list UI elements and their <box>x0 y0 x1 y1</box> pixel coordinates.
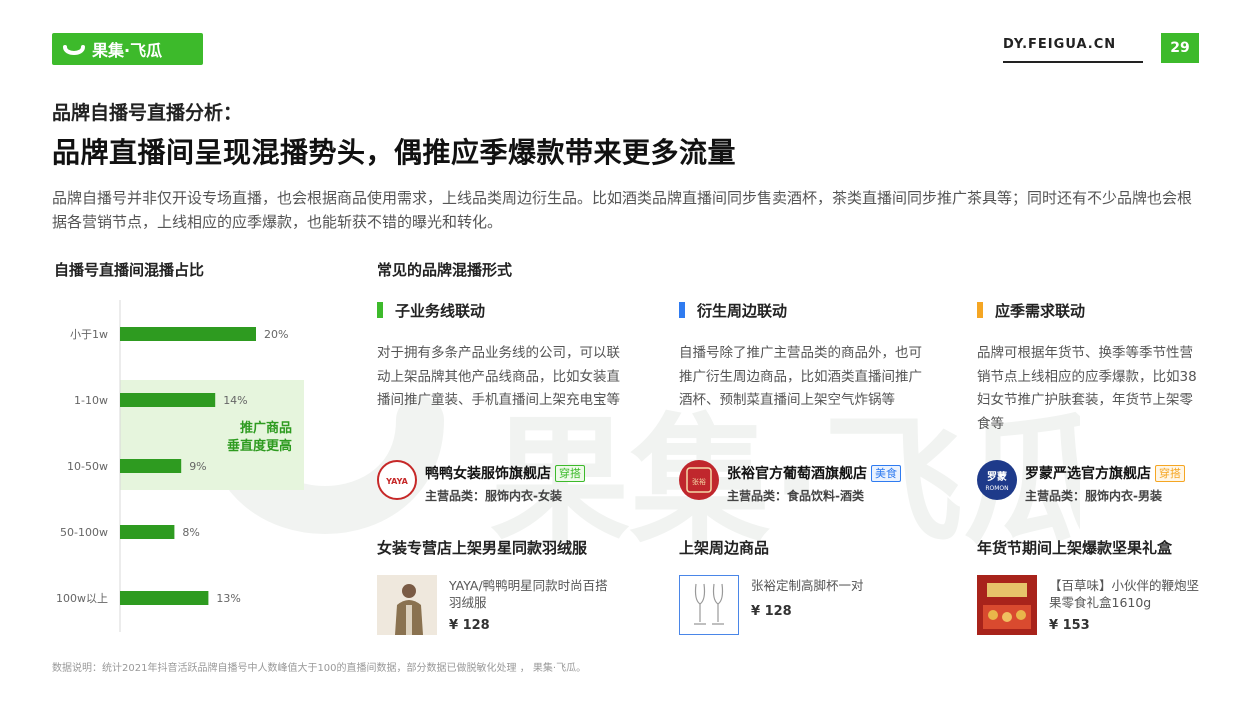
bar <box>120 525 175 539</box>
logo-text: 果集·飞瓜 <box>92 41 163 60</box>
store-name: 张裕官方葡萄酒旗舰店 <box>727 466 867 482</box>
category-label: 1-10w <box>74 394 108 407</box>
product-name: 【百草味】小伙伴的鞭炮坚果零食礼盒1610g <box>1049 578 1200 610</box>
store-tag: 穿搭 <box>1155 465 1185 482</box>
bar-value-label: 14% <box>223 394 247 407</box>
column-sub-business: 子业务线联动 对于拥有多条产品业务线的公司，可以联动上架品牌其他产品线商品，比如… <box>377 300 627 413</box>
product-section-title: 女装专营店上架男星同款羽绒服 <box>377 539 588 557</box>
store-name-row: 鸭鸭女装服饰旗舰店 穿搭 <box>425 463 585 483</box>
heading-text: 应季需求联动 <box>995 301 1086 320</box>
bar-chart: 小于1w 20% 1-10w 14% 10-50w 9% 50-100w 8% 100w以上 13… <box>56 300 288 632</box>
bar-value-label: 9% <box>189 460 206 473</box>
store-name-row: 罗蒙严选官方旗舰店 穿搭 <box>1025 463 1185 483</box>
product-card-wineglass[interactable]: 张裕定制高脚杯一对 ¥ 128 <box>679 575 919 637</box>
bar-value-label: 13% <box>216 592 240 605</box>
store-category: 主营品类：服饰内衣-女装 <box>425 489 562 503</box>
store-category: 主营品类：服饰内衣-男装 <box>1025 489 1162 503</box>
yaya-logo-icon: YAYA <box>385 477 408 486</box>
store-avatar: YAYA <box>377 460 417 500</box>
category-label: 10-50w <box>67 460 108 473</box>
product-price: ¥ 128 <box>751 604 792 619</box>
logo-icon <box>63 45 85 55</box>
store-name: 鸭鸭女装服饰旗舰店 <box>425 466 551 482</box>
product-price: ¥ 153 <box>1049 618 1090 633</box>
category-label: 100w以上 <box>56 592 108 605</box>
store-name-row: 张裕官方葡萄酒旗舰店 美食 <box>727 463 901 483</box>
column-heading: 应季需求联动 <box>977 300 1227 320</box>
product-image <box>977 575 1037 635</box>
store-card-romon[interactable]: 罗蒙 ROMON 罗蒙严选官方旗舰店 穿搭 主营品类：服饰内衣-男装 <box>977 458 1237 508</box>
column-seasonal: 应季需求联动 品牌可根据年货节、换季等季节性营销节点上线相应的应季爆款，比如38… <box>977 300 1227 436</box>
store-category: 主营品类：食品饮料-酒类 <box>727 489 864 503</box>
product-section-title: 年货节期间上架爆款坚果礼盒 <box>977 539 1173 557</box>
store-tag: 穿搭 <box>555 465 585 482</box>
heading-marker <box>679 302 685 318</box>
site-underline <box>1003 61 1143 63</box>
footnote: 数据说明：统计2021年抖音活跃品牌自播号中人数峰值大于100的直播间数据，部分… <box>52 663 587 674</box>
svg-text:罗蒙: 罗蒙 <box>987 470 1007 483</box>
column-text: 品牌可根据年货节、换季等季节性营销节点上线相应的应季爆款，比如38妇女节推广护肤… <box>977 345 1197 432</box>
site-url[interactable]: DY.FEIGUA.CN <box>1003 37 1116 52</box>
svg-text:YAYA: YAYA <box>385 477 408 486</box>
product-card-nuts[interactable]: 【百草味】小伙伴的鞭炮坚果零食礼盒1610g ¥ 153 <box>977 575 1217 637</box>
store-avatar: 罗蒙 ROMON <box>977 460 1017 500</box>
bar <box>120 327 256 341</box>
product-price: ¥ 128 <box>449 618 490 633</box>
romon-logo-icon: 罗蒙 ROMON <box>985 470 1008 492</box>
column-heading: 子业务线联动 <box>377 300 627 320</box>
bar <box>120 393 216 407</box>
product-name: YAYA/鸭鸭明星同款时尚百搭羽绒服 <box>449 578 608 610</box>
jacket-image-icon <box>377 575 437 635</box>
product-name: 张裕定制高脚杯一对 <box>751 578 864 593</box>
column-derivative: 衍生周边联动 自播号除了推广主营品类的商品外，也可推广衍生周边商品，比如酒类直播… <box>679 300 929 413</box>
heading-marker <box>977 302 983 318</box>
product-card-jacket[interactable]: YAYA/鸭鸭明星同款时尚百搭羽绒服 ¥ 128 <box>377 575 617 637</box>
store-card-changyu[interactable]: 张裕 张裕官方葡萄酒旗舰店 美食 主营品类：食品饮料-酒类 <box>679 458 939 508</box>
category-label: 50-100w <box>60 526 108 539</box>
column-text: 对于拥有多条产品业务线的公司，可以联动上架品牌其他产品线商品，比如女装直播间推广… <box>377 345 620 408</box>
svg-text:ROMON: ROMON <box>985 485 1008 492</box>
bar-value-label: 20% <box>264 328 288 341</box>
store-tag: 美食 <box>871 465 901 482</box>
category-label: 小于1w <box>70 328 108 341</box>
page-title: 品牌直播间呈现混播势头，偶推应季爆款带来更多流量 <box>52 136 737 169</box>
page-subtitle: 品牌自播号直播分析： <box>52 102 243 124</box>
giftbox-image-icon <box>977 575 1037 635</box>
product-image <box>377 575 437 635</box>
page-number: 29 <box>1161 33 1199 63</box>
bar <box>120 591 209 605</box>
store-avatar: 张裕 <box>679 460 719 500</box>
heading-text: 子业务线联动 <box>395 301 486 320</box>
store-card-yaya[interactable]: YAYA 鸭鸭女装服饰旗舰店 穿搭 主营品类：服饰内衣-女装 <box>377 458 637 508</box>
bar <box>120 459 182 473</box>
chart-section-title: 自播号直播间混播占比 <box>54 261 205 279</box>
changyu-logo-icon: 张裕 <box>686 467 712 493</box>
product-image <box>679 575 739 635</box>
forms-section-title: 常见的品牌混播形式 <box>377 261 513 279</box>
bar-value-label: 8% <box>182 526 199 539</box>
wineglass-image-icon <box>694 583 724 625</box>
column-text: 自播号除了推广主营品类的商品外，也可推广衍生周边商品，比如酒类直播间推广酒杯、预… <box>679 345 922 408</box>
watermark-logo: 果集·飞瓜 <box>220 396 1080 560</box>
heading-marker <box>377 302 383 318</box>
store-name: 罗蒙严选官方旗舰店 <box>1025 466 1151 482</box>
product-section-title: 上架周边商品 <box>679 539 770 557</box>
svg-text:张裕: 张裕 <box>692 477 706 486</box>
heading-text: 衍生周边联动 <box>697 301 788 320</box>
brand-logo: 果集·飞瓜 <box>52 33 203 65</box>
column-heading: 衍生周边联动 <box>679 300 929 320</box>
page-description: 品牌自播号并非仅开设专场直播，也会根据商品使用需求，上线品类周边衍生品。比如酒类… <box>52 189 1193 231</box>
